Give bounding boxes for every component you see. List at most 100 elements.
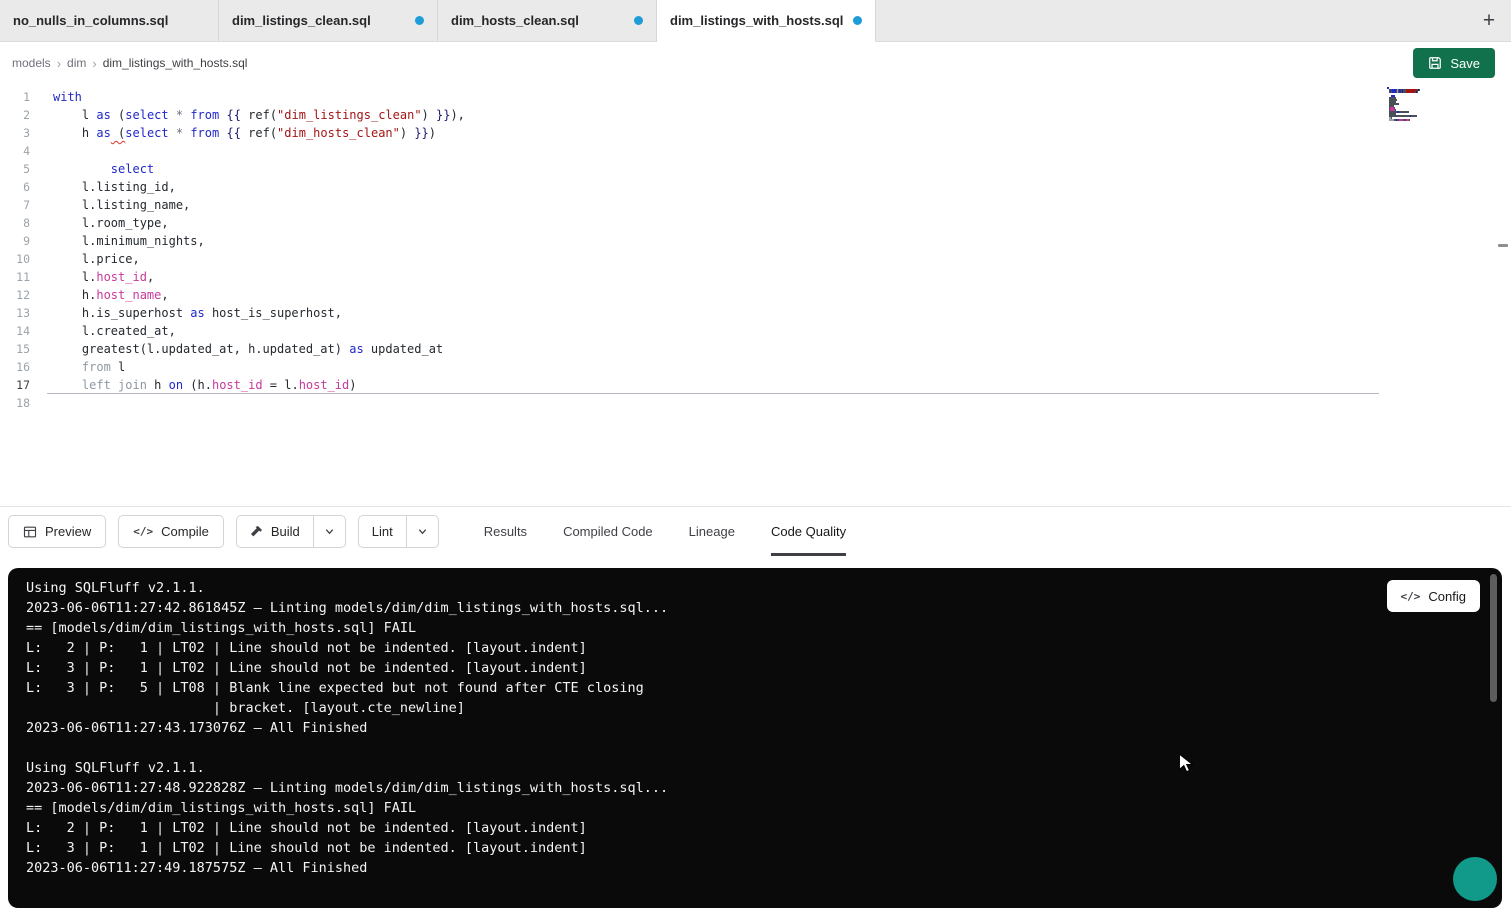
code-line[interactable]: 3 h as (select * from {{ ref("dim_hosts_… bbox=[0, 124, 1511, 142]
minimap[interactable] bbox=[1387, 87, 1463, 123]
line-number: 2 bbox=[0, 106, 30, 124]
code-text: h.is_superhost as host_is_superhost, bbox=[53, 304, 342, 322]
terminal-lines: Using SQLFluff v2.1.1.2023-06-06T11:27:4… bbox=[26, 578, 1476, 878]
line-number: 10 bbox=[0, 250, 30, 268]
code-text: l.created_at, bbox=[53, 322, 176, 340]
panel-tab-results[interactable]: Results bbox=[484, 507, 527, 556]
lint-split-button: Lint bbox=[358, 515, 439, 548]
file-tab-label: dim_hosts_clean.sql bbox=[451, 13, 579, 28]
code-text: l.minimum_nights, bbox=[53, 232, 205, 250]
line-number: 7 bbox=[0, 196, 30, 214]
tab-bar-filler: + bbox=[876, 0, 1511, 42]
file-tab[interactable]: dim_listings_clean.sql bbox=[219, 0, 438, 42]
code-text: l.room_type, bbox=[53, 214, 169, 232]
file-tab[interactable]: dim_hosts_clean.sql bbox=[438, 0, 657, 42]
code-line[interactable]: 1 with bbox=[0, 88, 1511, 106]
code-text: h.host_name, bbox=[53, 286, 169, 304]
build-split-button: Build bbox=[236, 515, 346, 548]
line-number: 15 bbox=[0, 340, 30, 358]
code-line[interactable]: 8 l.room_type, bbox=[0, 214, 1511, 232]
code-line[interactable]: 18 bbox=[0, 394, 1511, 412]
terminal-scrollbar-thumb[interactable] bbox=[1490, 574, 1497, 702]
code-line[interactable]: 4 bbox=[0, 142, 1511, 160]
file-tab[interactable]: dim_listings_with_hosts.sql bbox=[657, 0, 876, 42]
file-tab-label: no_nulls_in_columns.sql bbox=[13, 13, 168, 28]
line-number: 16 bbox=[0, 358, 30, 376]
save-icon bbox=[1428, 56, 1442, 70]
build-icon bbox=[250, 525, 263, 538]
save-button-label: Save bbox=[1450, 56, 1480, 71]
code-text: l.listing_id, bbox=[53, 178, 176, 196]
code-line[interactable]: 5 select bbox=[0, 160, 1511, 178]
help-bubble-button[interactable] bbox=[1453, 857, 1497, 901]
code-line[interactable]: 6 l.listing_id, bbox=[0, 178, 1511, 196]
code-text: l.listing_name, bbox=[53, 196, 190, 214]
code-line[interactable]: 12 h.host_name, bbox=[0, 286, 1511, 304]
line-number: 18 bbox=[0, 394, 30, 412]
line-number: 3 bbox=[0, 124, 30, 142]
editor-scrollbar-marker[interactable] bbox=[1498, 244, 1508, 247]
panel-tabs: Results Compiled Code Lineage Code Quality bbox=[484, 507, 846, 556]
line-number: 1 bbox=[0, 88, 30, 106]
code-editor[interactable]: 1with2 l as (select * from {{ ref("dim_l… bbox=[0, 84, 1511, 506]
file-tab-bar: no_nulls_in_columns.sql dim_listings_clea… bbox=[0, 0, 1511, 42]
code-line[interactable]: 10 l.price, bbox=[0, 250, 1511, 268]
line-number: 17 bbox=[0, 376, 30, 394]
build-dropdown-button[interactable] bbox=[313, 516, 345, 547]
terminal-line: Using SQLFluff v2.1.1. bbox=[26, 578, 1476, 598]
code-line[interactable]: 15 greatest(l.updated_at, h.updated_at) … bbox=[0, 340, 1511, 358]
terminal-line: | bracket. [layout.cte_newline] bbox=[26, 698, 1476, 718]
code-line[interactable]: 14 l.created_at, bbox=[0, 322, 1511, 340]
line-number: 14 bbox=[0, 322, 30, 340]
lint-button[interactable]: Lint bbox=[359, 516, 406, 547]
code-line[interactable]: 13 h.is_superhost as host_is_superhost, bbox=[0, 304, 1511, 322]
panel-tab-code-quality[interactable]: Code Quality bbox=[771, 507, 846, 556]
config-button-label: Config bbox=[1428, 589, 1466, 604]
code-line[interactable]: 11 l.host_id, bbox=[0, 268, 1511, 286]
code-line[interactable]: 9 l.minimum_nights, bbox=[0, 232, 1511, 250]
breadcrumb-current-file: dim_listings_with_hosts.sql bbox=[103, 56, 248, 70]
new-tab-button[interactable]: + bbox=[1467, 0, 1511, 41]
terminal-line: L: 3 | P: 5 | LT08 | Blank line expected… bbox=[26, 678, 1476, 698]
code-line[interactable]: 16 from l bbox=[0, 358, 1511, 376]
terminal-line: == [models/dim/dim_listings_with_hosts.s… bbox=[26, 618, 1476, 638]
code-line[interactable]: 7 l.listing_name, bbox=[0, 196, 1511, 214]
compile-button-label: Compile bbox=[161, 524, 209, 539]
file-tab[interactable]: no_nulls_in_columns.sql bbox=[0, 0, 219, 42]
code-text: l.host_id, bbox=[53, 268, 154, 286]
build-button[interactable]: Build bbox=[237, 516, 313, 547]
terminal-line: Using SQLFluff v2.1.1. bbox=[26, 758, 1476, 778]
code-text: select bbox=[53, 160, 154, 178]
breadcrumb-dim: dim bbox=[67, 56, 86, 70]
config-button[interactable]: </> Config bbox=[1387, 580, 1480, 612]
code-line[interactable]: 17 left join h on (h.host_id = l.host_id… bbox=[0, 376, 1511, 394]
line-number: 11 bbox=[0, 268, 30, 286]
terminal-line bbox=[26, 738, 1476, 758]
file-tab-label: dim_listings_with_hosts.sql bbox=[670, 13, 843, 28]
lint-output-terminal: Using SQLFluff v2.1.1.2023-06-06T11:27:4… bbox=[8, 568, 1502, 908]
panel-tab-compiled-code[interactable]: Compiled Code bbox=[563, 507, 653, 556]
terminal-line: L: 3 | P: 1 | LT02 | Line should not be … bbox=[26, 658, 1476, 678]
line-number: 13 bbox=[0, 304, 30, 322]
terminal-line: L: 2 | P: 1 | LT02 | Line should not be … bbox=[26, 638, 1476, 658]
line-number: 9 bbox=[0, 232, 30, 250]
preview-button-label: Preview bbox=[45, 524, 91, 539]
line-number: 6 bbox=[0, 178, 30, 196]
compile-button[interactable]: </> Compile bbox=[118, 515, 224, 548]
lint-dropdown-button[interactable] bbox=[406, 516, 438, 547]
code-text: with bbox=[53, 88, 82, 106]
chevron-right-icon: › bbox=[92, 56, 96, 71]
unsaved-indicator-dot bbox=[853, 16, 862, 25]
save-button[interactable]: Save bbox=[1413, 48, 1495, 78]
terminal-line: 2023-06-06T11:27:48.922828Z — Linting mo… bbox=[26, 778, 1476, 798]
code-text: l as (select * from {{ ref("dim_listings… bbox=[53, 106, 465, 124]
line-number: 5 bbox=[0, 160, 30, 178]
grid-icon bbox=[23, 525, 37, 539]
panel-tab-lineage[interactable]: Lineage bbox=[689, 507, 735, 556]
code-text: left join h on (h.host_id = l.host_id) bbox=[53, 376, 357, 394]
terminal-line: L: 2 | P: 1 | LT02 | Line should not be … bbox=[26, 818, 1476, 838]
line-number: 4 bbox=[0, 142, 30, 160]
code-line[interactable]: 2 l as (select * from {{ ref("dim_listin… bbox=[0, 106, 1511, 124]
code-text: greatest(l.updated_at, h.updated_at) as … bbox=[53, 340, 443, 358]
preview-button[interactable]: Preview bbox=[8, 515, 106, 548]
